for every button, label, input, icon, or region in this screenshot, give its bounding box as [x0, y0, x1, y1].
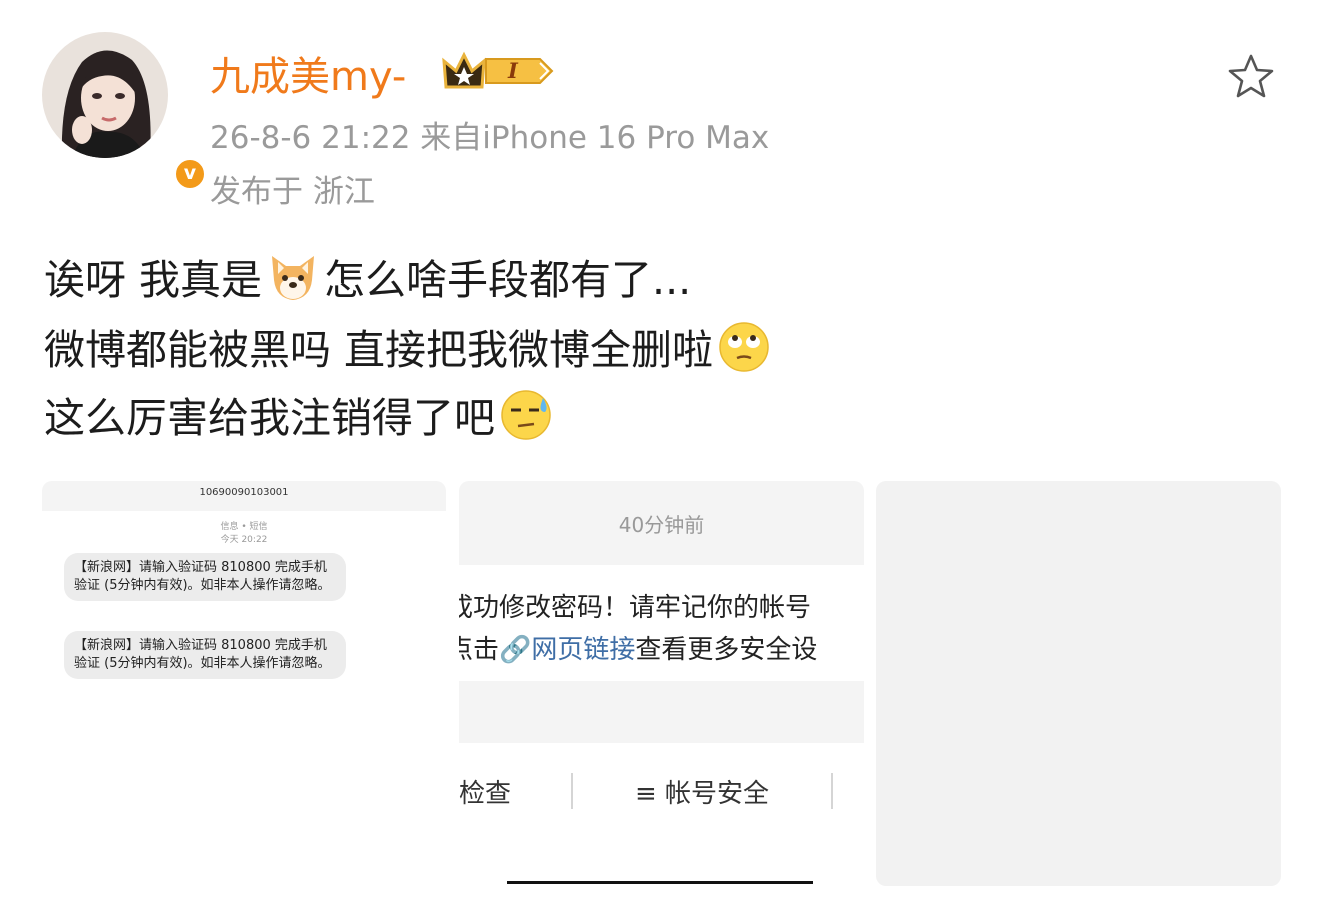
eye-roll-emoji-icon	[717, 320, 771, 374]
sms-time: 今天 20:22	[220, 535, 268, 545]
image-thumbnail-notice[interactable]: 40分钟前 成功修改密码！请牢记你的帐号 点击🔗网页链接查看更多安全设 检查 ≡…	[459, 481, 864, 886]
vip-level: I	[508, 58, 518, 83]
verified-icon: v	[173, 157, 207, 191]
notice-text: 查看更多安全设	[635, 635, 818, 665]
sweat-emoji-icon	[499, 388, 553, 442]
notice-text: 点击	[459, 635, 500, 665]
sms-channel: 信息 • 短信	[220, 522, 268, 532]
sms-sender-number: 10690090103001	[199, 487, 289, 498]
favorite-button[interactable]	[1224, 50, 1278, 104]
username[interactable]: 九成美my-	[210, 44, 406, 102]
dog-emoji-icon	[266, 250, 320, 304]
sms-bubble: 【新浪网】请输入验证码 810800 完成手机验证 (5分钟内有效)。如非本人操…	[64, 553, 346, 601]
post-text: 微博都能被黑吗 直接把我微博全删啦	[44, 326, 714, 374]
post-line-1: 诶呀 我真是 怎么啥手段都有了...	[44, 250, 691, 305]
notice-link: 网页链接	[531, 635, 636, 665]
link-icon: 🔗	[499, 635, 532, 665]
notice-divider	[571, 773, 573, 809]
home-indicator	[507, 881, 813, 884]
avatar-image	[42, 32, 168, 158]
post-line-2: 微博都能被黑吗 直接把我微博全删啦	[44, 320, 775, 375]
image-thumbnail-placeholder[interactable]	[876, 481, 1281, 886]
notice-divider-band	[459, 681, 864, 743]
notice-account-security-button: ≡ 帐号安全	[635, 779, 770, 809]
sms-bubble: 【新浪网】请输入验证码 810800 完成手机验证 (5分钟内有效)。如非本人操…	[64, 631, 346, 679]
notice-line-2: 点击🔗网页链接查看更多安全设	[459, 629, 817, 666]
post-meta: 26-8-6 21:22 来自iPhone 16 Pro Max	[210, 120, 770, 156]
post-text: 这么厉害给我注销得了吧	[44, 394, 495, 442]
post-text: 怎么啥手段都有了...	[324, 256, 692, 304]
crown-icon	[442, 51, 486, 89]
notice-time: 40分钟前	[618, 513, 705, 537]
image-thumbnail-sms[interactable]: 10690090103001 信息 • 短信 今天 20:22 【新浪网】请输入…	[42, 481, 446, 886]
notice-check-button: 检查	[459, 779, 512, 809]
post-text: 诶呀 我真是	[44, 256, 263, 304]
notice-line-1: 成功修改密码！请牢记你的帐号	[459, 593, 812, 623]
vip-badge[interactable]: I	[440, 49, 558, 93]
avatar[interactable]: v	[42, 32, 207, 191]
post-location: 发布于 浙江	[210, 174, 375, 210]
post-line-3: 这么厉害给我注销得了吧	[44, 388, 557, 443]
star-icon	[1228, 54, 1274, 98]
notice-divider	[831, 773, 833, 809]
